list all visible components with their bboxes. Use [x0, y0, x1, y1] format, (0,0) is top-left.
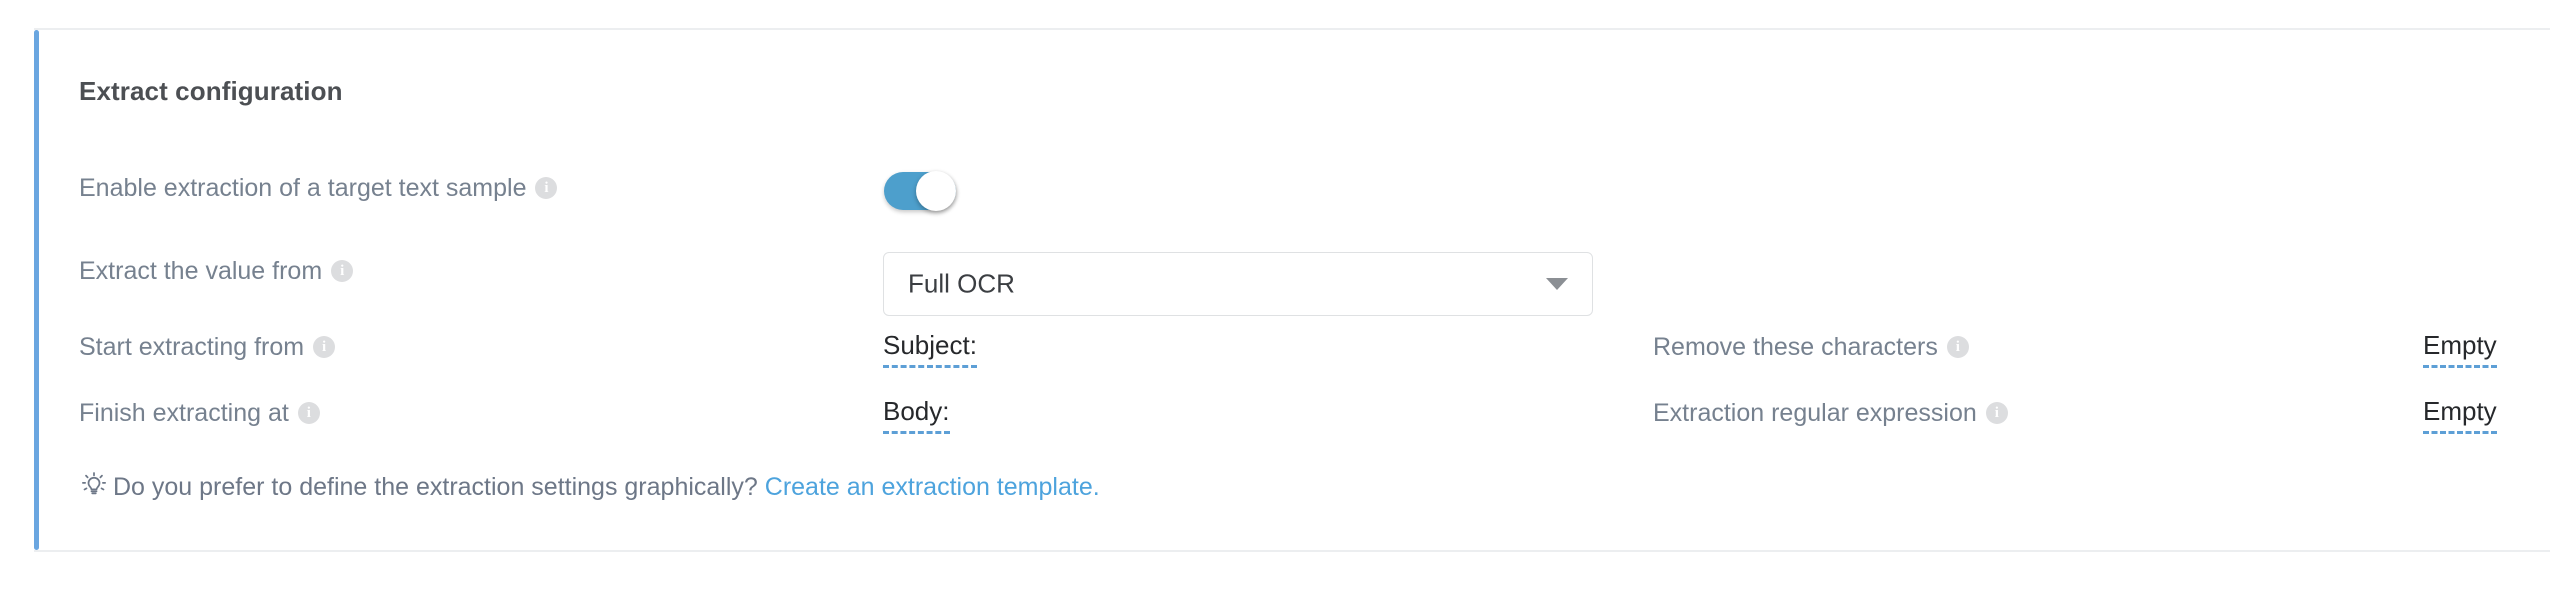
extract-configuration-card: Extract configuration Enable extraction …	[34, 28, 2550, 552]
finish-extracting-at-label: Finish extracting at	[79, 398, 320, 428]
extraction-regular-expression-label-text: Extraction regular expression	[1653, 399, 1977, 427]
start-extracting-from-label: Start extracting from	[79, 332, 336, 362]
card-body: Extract configuration Enable extraction …	[34, 30, 2550, 550]
create-extraction-template-link[interactable]: Create an extraction template.	[765, 473, 1100, 501]
remove-these-characters-label: Remove these characters	[1653, 332, 1969, 362]
extract-value-from-label: Extract the value from	[79, 256, 354, 286]
page-title: Extract configuration	[79, 76, 343, 106]
finish-extracting-at-label-text: Finish extracting at	[79, 399, 289, 427]
toggle-knob	[916, 171, 956, 211]
finish-extracting-at-value[interactable]: Body:	[883, 396, 950, 434]
enable-extraction-label-text: Enable extraction of a target text sampl…	[79, 174, 527, 202]
enable-extraction-label: Enable extraction of a target text sampl…	[79, 173, 558, 203]
info-icon[interactable]	[313, 336, 336, 358]
chevron-down-icon	[1546, 278, 1568, 290]
lightbulb-icon	[79, 470, 109, 500]
info-icon[interactable]	[297, 402, 320, 424]
info-icon[interactable]	[1985, 402, 2008, 424]
info-icon[interactable]	[1946, 336, 1969, 358]
enable-extraction-toggle[interactable]	[884, 171, 956, 211]
start-extracting-from-label-text: Start extracting from	[79, 333, 305, 361]
info-icon[interactable]	[535, 177, 558, 199]
select-selected-value: Full OCR	[908, 268, 1015, 299]
start-extracting-from-value[interactable]: Subject:	[883, 330, 977, 368]
remove-these-characters-label-text: Remove these characters	[1653, 333, 1938, 361]
extraction-regular-expression-value[interactable]: Empty	[2423, 396, 2497, 434]
extraction-regular-expression-label: Extraction regular expression	[1653, 398, 2008, 428]
info-icon[interactable]	[331, 260, 354, 282]
extraction-template-hint: Do you prefer to define the extraction s…	[79, 470, 1100, 504]
extract-value-from-select[interactable]: Full OCR	[883, 252, 1593, 316]
extract-configuration-screen: Extract configuration Enable extraction …	[0, 0, 2550, 590]
hint-text: Do you prefer to define the extraction s…	[113, 473, 758, 501]
remove-these-characters-value[interactable]: Empty	[2423, 330, 2497, 368]
extract-value-from-label-text: Extract the value from	[79, 257, 323, 285]
